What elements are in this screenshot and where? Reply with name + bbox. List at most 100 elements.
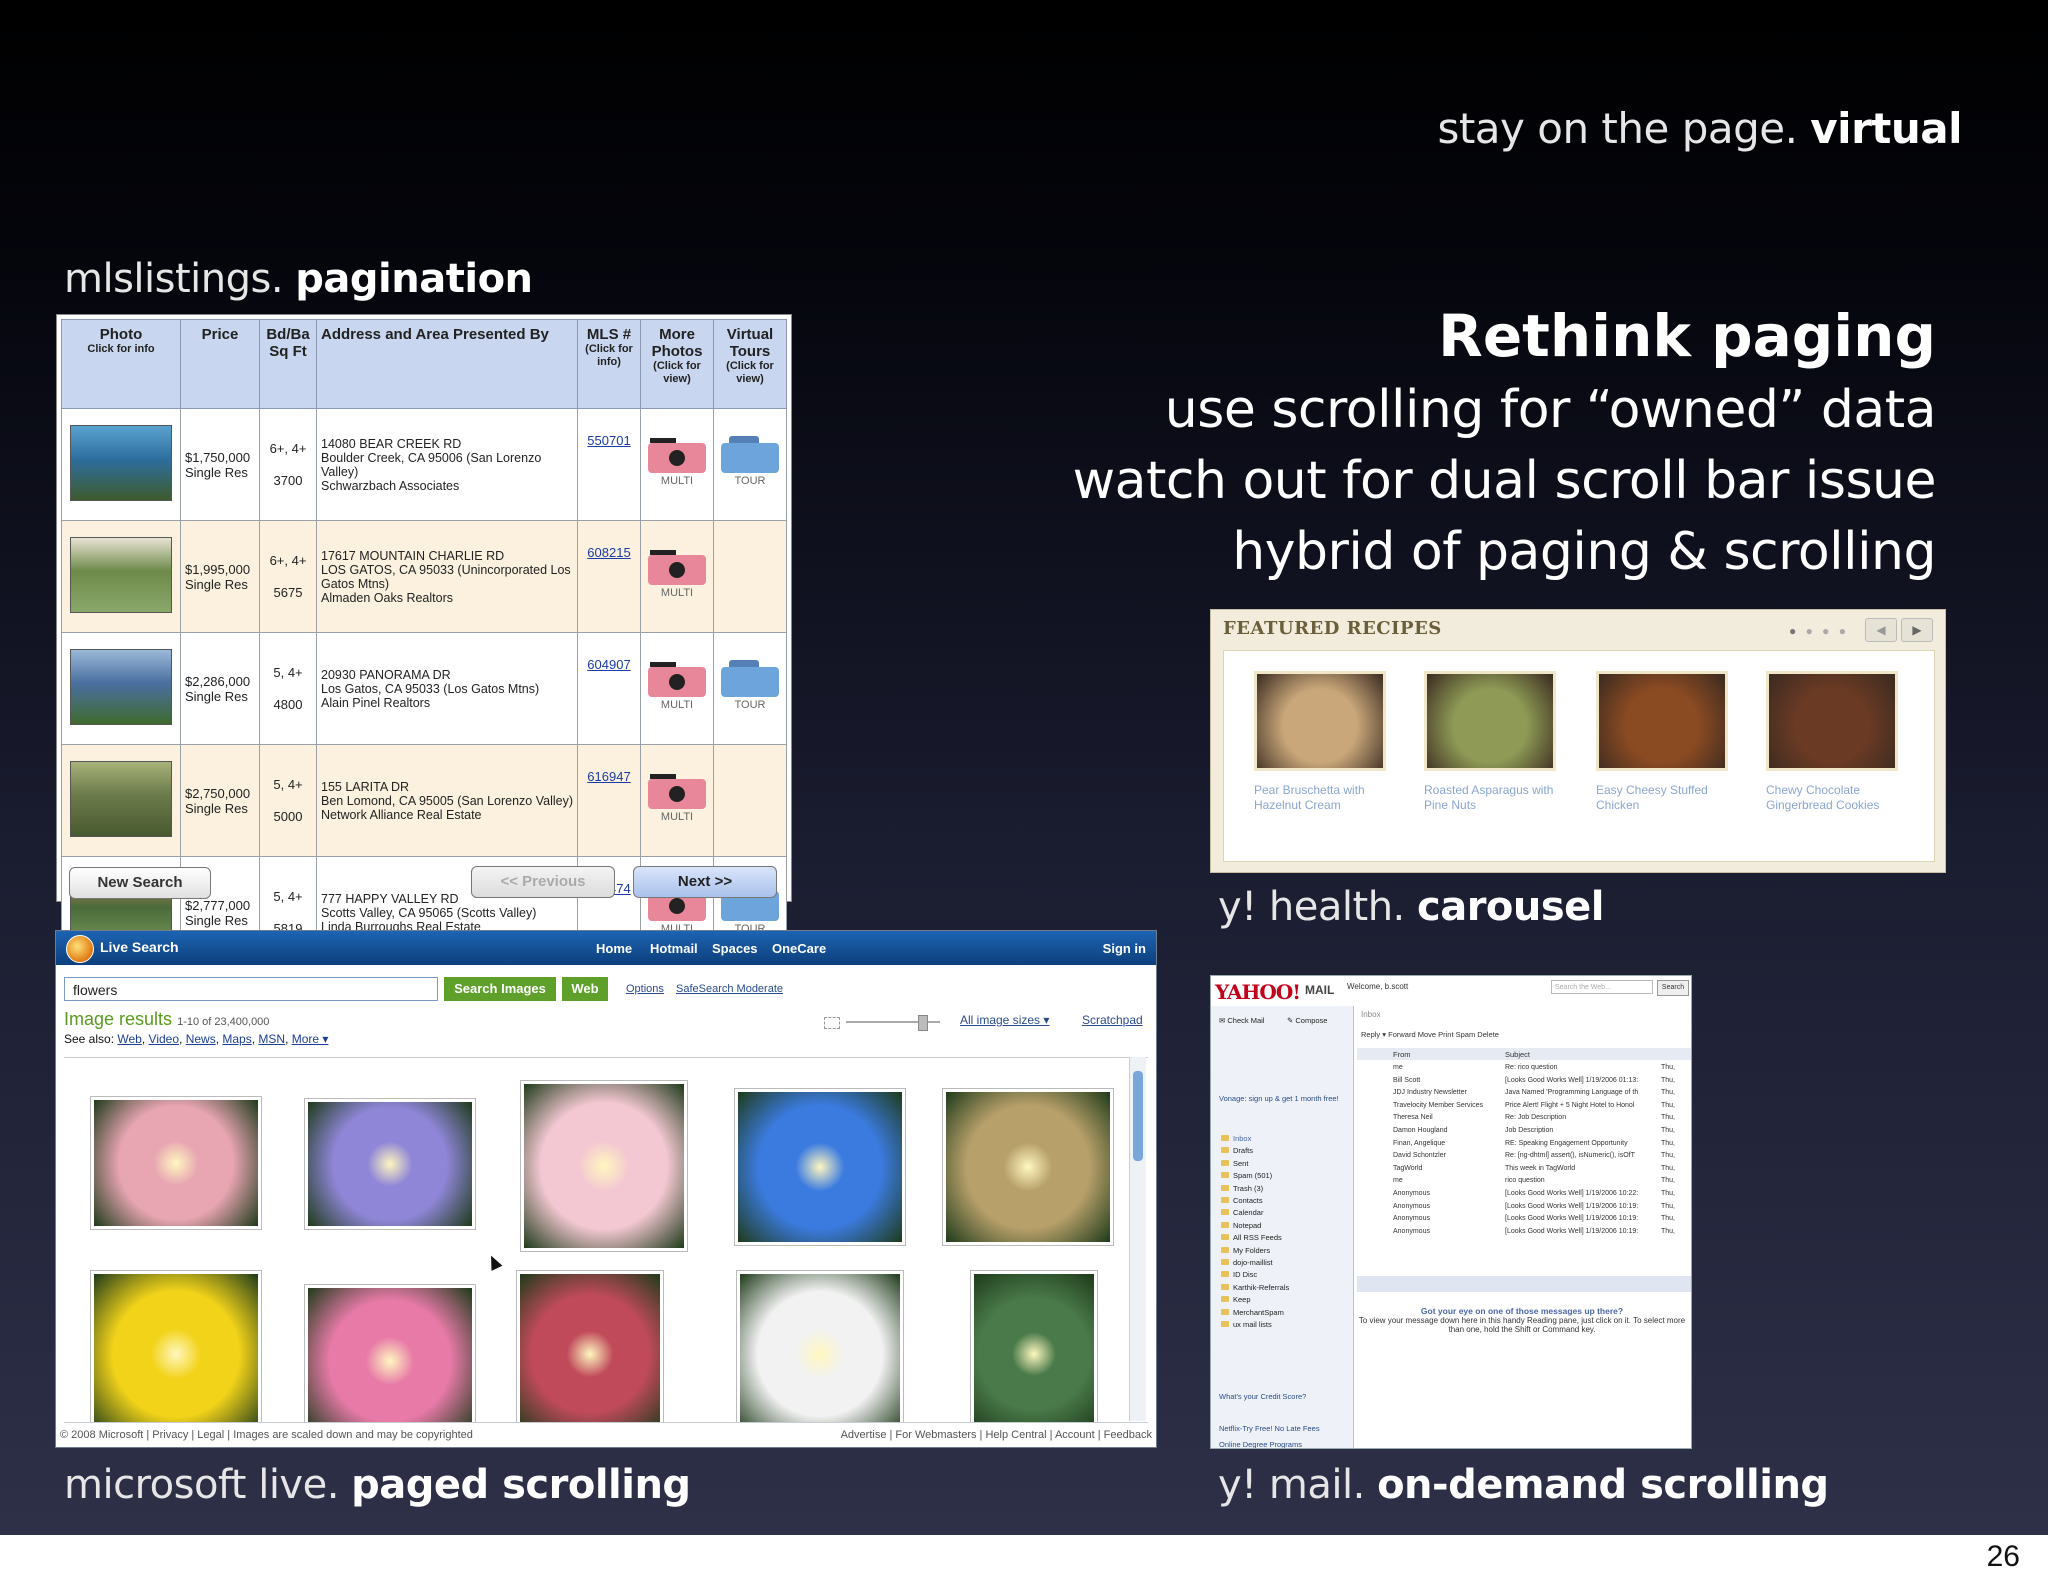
mail-folder[interactable]: Sent bbox=[1233, 1159, 1248, 1168]
carousel-page-dots[interactable]: ● ● ● ● bbox=[1789, 624, 1849, 638]
message-row[interactable]: Finan, Angelique RE: Speaking Engagement … bbox=[1357, 1138, 1687, 1150]
check-mail-button[interactable]: ✉ Check Mail bbox=[1219, 1016, 1264, 1025]
col-from[interactable]: From bbox=[1393, 1050, 1411, 1059]
message-row[interactable]: Bill Scott [Looks Good Works Well] 1/19/2… bbox=[1357, 1075, 1687, 1087]
mail-folder[interactable]: Trash (3) bbox=[1233, 1184, 1263, 1193]
reading-pane-divider[interactable] bbox=[1357, 1276, 1691, 1292]
web-search-button[interactable]: Web bbox=[562, 977, 608, 1001]
all-image-sizes-dropdown[interactable]: All image sizes ▾ bbox=[960, 1013, 1049, 1027]
flower-image[interactable] bbox=[734, 1088, 906, 1246]
size-slider-handle[interactable] bbox=[918, 1015, 928, 1031]
message-row[interactable]: Anonymous [Looks Good Works Well] 1/19/20… bbox=[1357, 1188, 1687, 1200]
recipe-card[interactable]: Easy Cheesy Stuffed Chicken bbox=[1596, 671, 1728, 813]
more-photos-button[interactable]: MULTI bbox=[640, 744, 714, 857]
grid-size-icon[interactable] bbox=[824, 1017, 840, 1029]
recipe-card[interactable]: Pear Bruschetta with Hazelnut Cream bbox=[1254, 671, 1386, 813]
mail-folder[interactable]: Spam (501) bbox=[1233, 1171, 1272, 1180]
next-button[interactable]: Next >> bbox=[633, 866, 777, 898]
message-toolbar[interactable]: Reply ▾ Forward Move Print Spam Delete bbox=[1361, 1030, 1499, 1039]
house-photo[interactable] bbox=[70, 425, 172, 501]
live-nav-home[interactable]: Home bbox=[596, 941, 632, 956]
mail-folder[interactable]: Inbox bbox=[1233, 1134, 1251, 1143]
message-row[interactable]: JDJ Industry Newsletter Java Named 'Progr… bbox=[1357, 1087, 1687, 1099]
more-photos-button[interactable]: MULTI bbox=[640, 520, 714, 633]
live-nav-spaces[interactable]: Spaces bbox=[712, 941, 758, 956]
results-scrollbar[interactable] bbox=[1129, 1057, 1146, 1421]
see-also-msn[interactable]: MSN bbox=[258, 1032, 285, 1046]
mail-folder[interactable]: My Folders bbox=[1233, 1246, 1270, 1255]
carousel-prev-button[interactable]: ◀ bbox=[1865, 618, 1897, 642]
yahoo-search-button[interactable]: Search bbox=[1657, 980, 1689, 996]
flower-image[interactable] bbox=[90, 1096, 262, 1230]
mail-folder[interactable]: MerchantSpam bbox=[1233, 1308, 1284, 1317]
message-row[interactable]: Anonymous [Looks Good Works Well] 1/19/20… bbox=[1357, 1213, 1687, 1225]
mail-folder[interactable]: Drafts bbox=[1233, 1146, 1253, 1155]
flower-image[interactable] bbox=[970, 1270, 1098, 1422]
see-also-more[interactable]: More ▾ bbox=[292, 1032, 329, 1046]
flower-image[interactable] bbox=[304, 1284, 476, 1422]
message-row[interactable]: Anonymous [Looks Good Works Well] 1/19/20… bbox=[1357, 1226, 1687, 1238]
ad-netflix[interactable]: Netflix-Try Free! No Late Fees bbox=[1219, 1424, 1320, 1433]
more-photos-button[interactable]: MULTI bbox=[640, 408, 714, 521]
mail-folder[interactable]: All RSS Feeds bbox=[1233, 1233, 1282, 1242]
promo-vonage[interactable]: Vonage: sign up & get 1 month free! bbox=[1219, 1094, 1339, 1103]
recipe-label[interactable]: Easy Cheesy Stuffed Chicken bbox=[1596, 783, 1728, 813]
mail-folder[interactable]: Notepad bbox=[1233, 1221, 1261, 1230]
recipe-photo[interactable] bbox=[1424, 671, 1556, 771]
recipe-card[interactable]: Chewy Chocolate Gingerbread Cookies bbox=[1766, 671, 1898, 813]
see-also-maps[interactable]: Maps bbox=[222, 1032, 251, 1046]
mail-folder[interactable]: Contacts bbox=[1233, 1196, 1263, 1205]
yahoo-search-input[interactable]: Search the Web... bbox=[1551, 980, 1653, 994]
see-also-news[interactable]: News bbox=[186, 1032, 216, 1046]
house-photo[interactable] bbox=[70, 649, 172, 725]
mail-folder[interactable]: Keep bbox=[1233, 1295, 1251, 1304]
recipe-label[interactable]: Roasted Asparagus with Pine Nuts bbox=[1424, 783, 1556, 813]
new-search-button[interactable]: New Search bbox=[69, 867, 211, 899]
recipe-card[interactable]: Roasted Asparagus with Pine Nuts bbox=[1424, 671, 1556, 813]
ad-credit-score[interactable]: What's your Credit Score? bbox=[1219, 1392, 1306, 1401]
mail-folder[interactable]: ID Disc bbox=[1233, 1270, 1257, 1279]
house-photo[interactable] bbox=[70, 537, 172, 613]
mail-folder[interactable]: Karthik-Referrals bbox=[1233, 1283, 1289, 1292]
flower-image[interactable] bbox=[516, 1270, 664, 1422]
safesearch-link[interactable]: SafeSearch Moderate bbox=[676, 983, 783, 995]
col-subject[interactable]: Subject bbox=[1505, 1050, 1530, 1059]
mls-number-link[interactable]: 604907 bbox=[577, 632, 641, 745]
options-link[interactable]: Options bbox=[626, 983, 664, 995]
message-row[interactable]: Theresa Neil Re: Job Description Thu, bbox=[1357, 1112, 1687, 1124]
live-nav-hotmail[interactable]: Hotmail bbox=[650, 941, 698, 956]
size-slider[interactable] bbox=[846, 1015, 940, 1031]
mls-number-link[interactable]: 550701 bbox=[577, 408, 641, 521]
inbox-tab[interactable]: Inbox bbox=[1361, 1010, 1381, 1019]
house-photo[interactable] bbox=[70, 761, 172, 837]
live-search-input[interactable]: flowers bbox=[64, 977, 438, 1001]
flower-image[interactable] bbox=[736, 1270, 904, 1422]
recipe-label[interactable]: Chewy Chocolate Gingerbread Cookies bbox=[1766, 783, 1898, 813]
previous-button[interactable]: << Previous bbox=[471, 866, 615, 898]
mail-folder[interactable]: ux mail lists bbox=[1233, 1320, 1272, 1329]
flower-image[interactable] bbox=[520, 1080, 688, 1252]
message-row[interactable]: David Schontzler Re: [ng-dhtml] assert(),… bbox=[1357, 1150, 1687, 1162]
ad-online-degree[interactable]: Online Degree Programs bbox=[1219, 1440, 1302, 1448]
message-row[interactable]: me rico question Thu, bbox=[1357, 1175, 1687, 1187]
recipe-photo[interactable] bbox=[1254, 671, 1386, 771]
recipe-photo[interactable] bbox=[1596, 671, 1728, 771]
mail-folder[interactable]: dojo-maillist bbox=[1233, 1258, 1273, 1267]
live-sign-in[interactable]: Sign in bbox=[1103, 941, 1146, 956]
mls-number-link[interactable]: 608215 bbox=[577, 520, 641, 633]
virtual-tour-cell[interactable]: TOUR bbox=[713, 632, 787, 745]
virtual-tour-cell[interactable]: TOUR bbox=[713, 408, 787, 521]
message-row[interactable]: Damon Hougland Job Description Thu, bbox=[1357, 1125, 1687, 1137]
recipe-photo[interactable] bbox=[1766, 671, 1898, 771]
mail-folder[interactable]: Calendar bbox=[1233, 1208, 1263, 1217]
scrollbar-thumb[interactable] bbox=[1133, 1071, 1143, 1161]
message-row[interactable]: me Re: rico question Thu, bbox=[1357, 1062, 1687, 1074]
search-images-button[interactable]: Search Images bbox=[444, 977, 556, 1001]
compose-button[interactable]: ✎ Compose bbox=[1287, 1016, 1327, 1025]
see-also-video[interactable]: Video bbox=[149, 1032, 179, 1046]
scratchpad-link[interactable]: Scratchpad bbox=[1082, 1013, 1143, 1027]
more-photos-button[interactable]: MULTI bbox=[640, 632, 714, 745]
flower-image[interactable] bbox=[304, 1098, 476, 1230]
mls-number-link[interactable]: 616947 bbox=[577, 744, 641, 857]
recipe-label[interactable]: Pear Bruschetta with Hazelnut Cream bbox=[1254, 783, 1386, 813]
